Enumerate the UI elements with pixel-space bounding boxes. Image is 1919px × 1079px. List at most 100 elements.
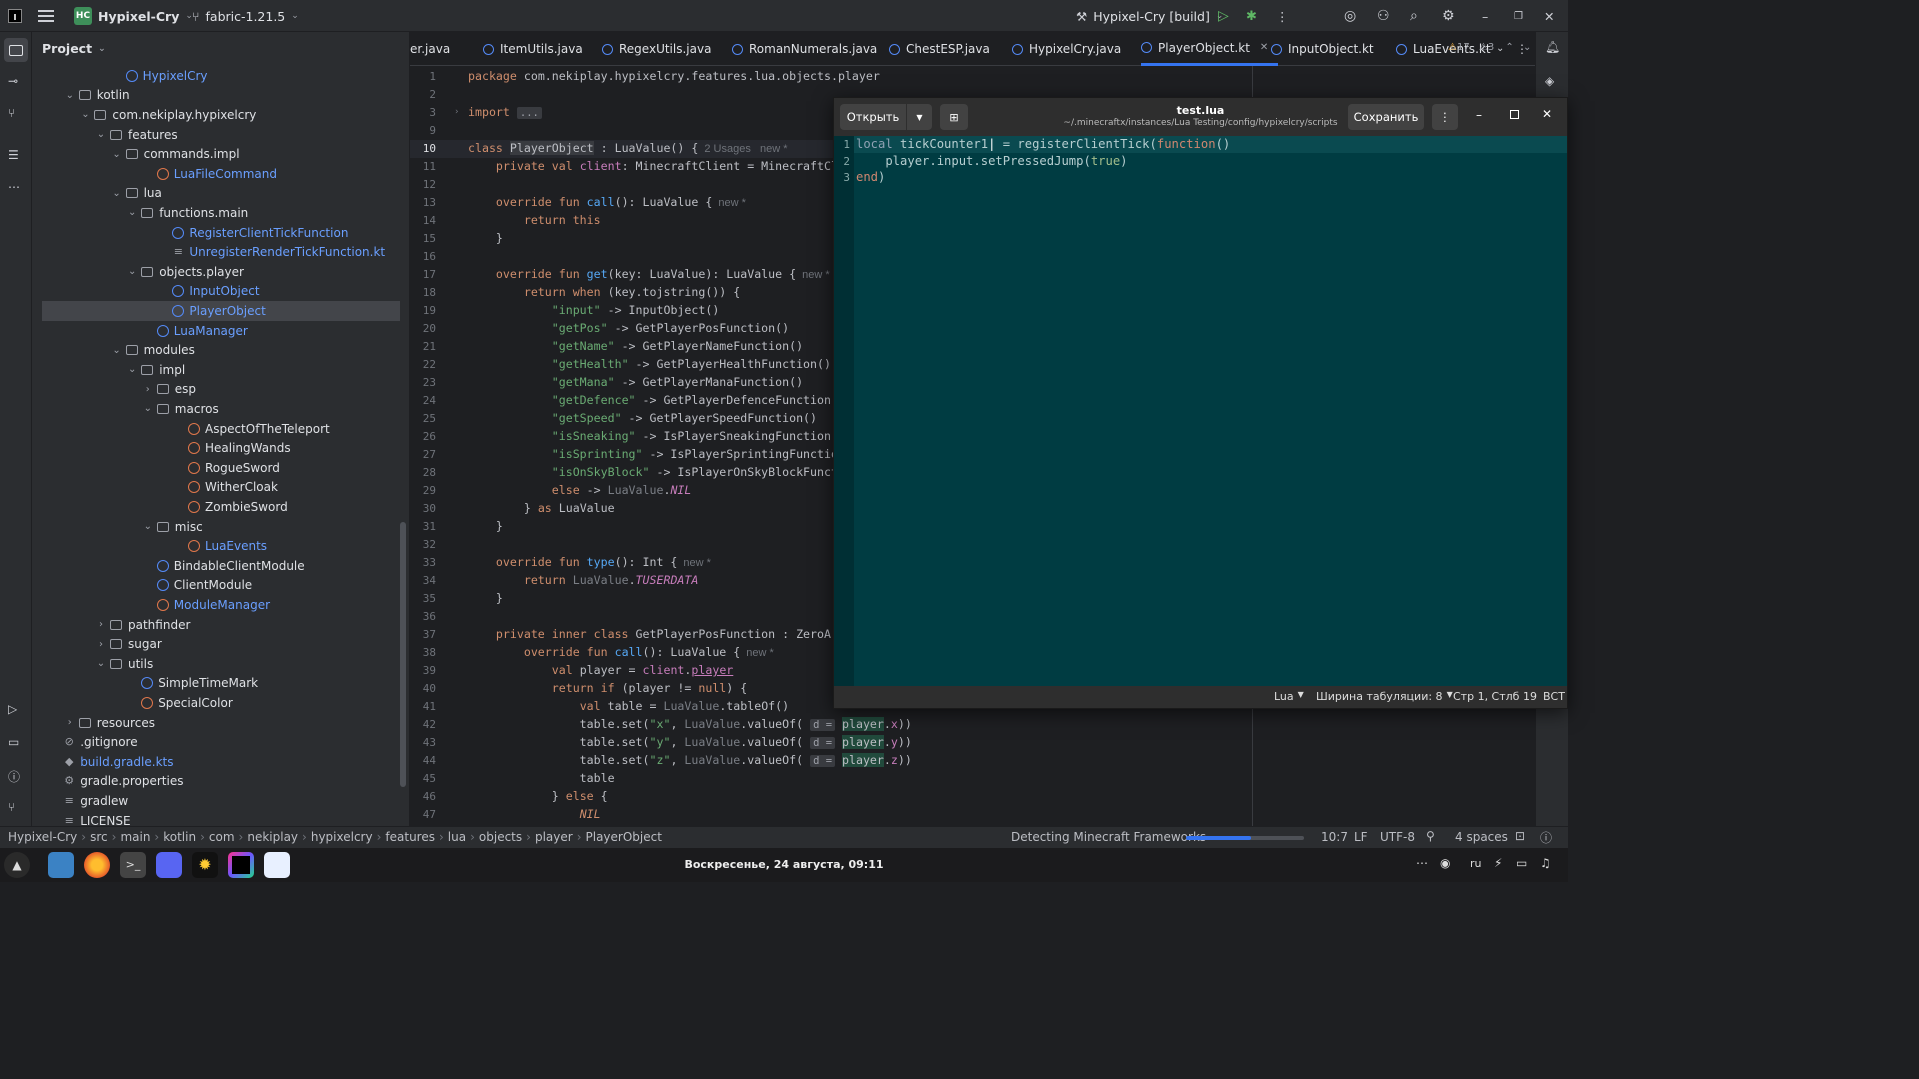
project-tool-button[interactable] (4, 38, 28, 62)
chevron-right-icon[interactable]: › (141, 384, 155, 395)
main-menu-icon[interactable] (38, 0, 54, 32)
lua-close-button[interactable]: ✕ (1542, 107, 1552, 121)
chevron-down-icon[interactable]: ⌄ (125, 207, 139, 218)
lua-code-area[interactable]: 1 2 3 local tickCounter1| = registerClient… (834, 136, 1567, 686)
insert-mode[interactable]: ВСТ (1543, 690, 1565, 703)
chevron-down-icon[interactable]: ⌄ (110, 345, 124, 356)
keyboard-layout[interactable]: ru (1470, 857, 1482, 870)
taskbar-app-discord[interactable] (156, 852, 182, 878)
chevron-down-icon[interactable]: ⌄ (110, 149, 124, 160)
breadcrumb-item[interactable]: lua (448, 830, 466, 844)
chevron-down-icon[interactable]: ⌄ (94, 129, 108, 140)
tree-item[interactable]: ⌄ modules (42, 340, 400, 360)
tree-item[interactable]: ⌄ utils (42, 654, 400, 674)
tree-item[interactable]: HypixelCry (42, 66, 400, 86)
code-with-me-button[interactable]: ⚇ (1377, 0, 1390, 32)
tray-discord-icon[interactable]: ◉ (1440, 856, 1450, 870)
event-log-button[interactable]: ⓘ (1540, 829, 1552, 846)
tree-item[interactable]: LuaFileCommand (42, 164, 400, 184)
tab-more-button[interactable]: ⋮ (1516, 34, 1528, 64)
tree-item[interactable]: ⌄ kotlin (42, 86, 400, 106)
code-style-button[interactable]: ⚲ (1426, 829, 1435, 843)
close-window-button[interactable]: ✕ (1544, 0, 1554, 32)
tree-item[interactable]: › resources (42, 713, 400, 733)
line-separator[interactable]: LF (1354, 830, 1368, 844)
tree-item[interactable]: ≡ gradlew (42, 791, 400, 811)
tree-item[interactable]: InputObject (42, 282, 400, 302)
tree-item[interactable]: ModuleManager (42, 595, 400, 615)
git-tool-button[interactable]: ⑂ (8, 800, 15, 814)
indent-setting[interactable]: 4 spaces (1455, 830, 1508, 844)
tree-item[interactable]: ⌄ impl (42, 360, 400, 380)
more-actions-button[interactable]: ⋮ (1276, 0, 1289, 32)
breadcrumb-item[interactable]: Hypixel-Cry (8, 830, 77, 844)
save-button[interactable]: Сохранить (1348, 104, 1424, 130)
chevron-up-icon[interactable]: ⌃ (1505, 42, 1513, 53)
tree-item[interactable]: LuaEvents (42, 536, 400, 556)
tree-item[interactable]: › pathfinder (42, 615, 400, 635)
tree-item[interactable]: HealingWands (42, 438, 400, 458)
app-logo-icon[interactable]: I (8, 0, 24, 32)
breadcrumb-item[interactable]: objects (479, 830, 522, 844)
terminal-tool-button[interactable]: ▭ (8, 735, 19, 749)
tree-item[interactable]: ⌄ misc (42, 517, 400, 537)
cursor-position[interactable]: Стр 1, Стлб 19 (1453, 690, 1537, 703)
tab-list-button[interactable]: ⌄ (1496, 34, 1504, 64)
tree-item[interactable]: SimpleTimeMark (42, 674, 400, 694)
read-only-toggle[interactable]: ⊡ (1515, 829, 1525, 843)
tree-item[interactable]: SpecialColor (42, 693, 400, 713)
tree-item[interactable]: ⌄ com.nekiplay.hypixelcry (42, 105, 400, 125)
editor-tab[interactable]: PlayerObject.kt ✕ (1141, 32, 1279, 66)
breadcrumb-item[interactable]: player (535, 830, 573, 844)
taskbar-app-spark[interactable]: ✹ (192, 852, 218, 878)
pull-requests-tool-button[interactable]: ⑂ (8, 106, 15, 120)
start-menu-button[interactable]: ▲ (4, 852, 30, 878)
editor-tab[interactable]: InputObject.kt (1271, 32, 1384, 66)
breadcrumb-item[interactable]: PlayerObject (586, 830, 662, 844)
taskbar-app-terminal[interactable]: >_ (120, 852, 146, 878)
editor-tab[interactable]: er.java (410, 32, 460, 66)
ai-assistant-button[interactable]: ◎ (1344, 0, 1356, 32)
lua-minimize-button[interactable]: – (1476, 108, 1482, 122)
display-icon[interactable]: ▭ (1516, 856, 1527, 870)
breadcrumb-item[interactable]: main (120, 830, 150, 844)
tree-item[interactable]: BindableClientModule (42, 556, 400, 576)
chevron-down-icon[interactable]: ⌄ (110, 188, 124, 199)
commit-tool-button[interactable]: ⊸ (8, 74, 18, 88)
tree-item[interactable]: ZombieSword (42, 497, 400, 517)
breadcrumb-item[interactable]: hypixelcry (311, 830, 373, 844)
hamburger-menu-button[interactable]: ⋮ (1432, 104, 1458, 130)
search-button[interactable]: ⌕ (1410, 0, 1418, 32)
chevron-down-icon[interactable]: ⌄ (94, 658, 108, 669)
editor-tab[interactable]: ItemUtils.java (483, 32, 593, 66)
breadcrumb-item[interactable]: kotlin (163, 830, 196, 844)
problems-tool-button[interactable]: ⓘ (8, 768, 20, 785)
tree-item[interactable]: AspectOfTheTeleport (42, 419, 400, 439)
chevron-down-icon[interactable]: ⌄ (141, 521, 155, 532)
chevron-right-icon[interactable]: › (94, 619, 108, 630)
background-task-label[interactable]: Detecting Minecraft Frameworks (1011, 830, 1206, 844)
notifications-button[interactable]: 🔔︎ (1545, 40, 1560, 54)
ai-chat-button[interactable]: ◈ (1545, 74, 1554, 88)
tree-item[interactable]: LuaManager (42, 321, 400, 341)
taskbar-app-intellij[interactable] (228, 852, 254, 878)
tree-item[interactable]: ⚙ gradle.properties (42, 772, 400, 792)
breadcrumb-item[interactable]: src (90, 830, 108, 844)
run-button[interactable]: ▷ (1218, 0, 1229, 32)
editor-tab[interactable]: RegexUtils.java (602, 32, 721, 66)
project-switcher[interactable]: HC Hypixel-Cry ⌄ (74, 0, 193, 32)
minimize-button[interactable]: – (1482, 0, 1488, 32)
more-tools-button[interactable]: ⋯ (8, 180, 20, 194)
chevron-right-icon[interactable]: › (94, 639, 108, 650)
branch-switcher[interactable]: ⑂ fabric-1.21.5 ⌄ (192, 0, 299, 32)
project-panel-header[interactable]: Project ⌄ (42, 41, 106, 56)
chevron-down-icon[interactable]: ⌄ (63, 90, 77, 101)
close-tab-icon[interactable]: ✕ (1260, 42, 1268, 53)
taskbar-app-firefox[interactable] (84, 852, 110, 878)
chevron-down-icon[interactable]: ⌄ (125, 364, 139, 375)
services-tool-button[interactable]: ▷ (8, 702, 17, 716)
run-config-selector[interactable]: ⚒ Hypixel-Cry [build] ⌄ (1076, 0, 1223, 32)
chevron-right-icon[interactable]: › (63, 717, 77, 728)
tree-item[interactable]: ⌄ objects.player (42, 262, 400, 282)
tree-item[interactable]: ⌄ features (42, 125, 400, 145)
